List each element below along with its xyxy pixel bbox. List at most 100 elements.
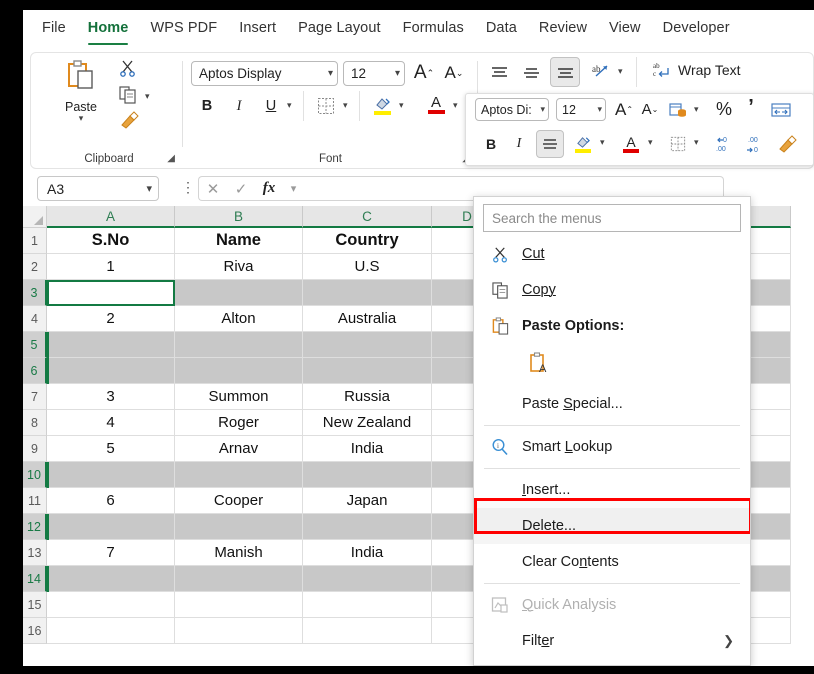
row-header-10[interactable]: 10 — [23, 462, 47, 488]
font-name-select[interactable]: Aptos Display ▾ — [191, 61, 338, 86]
cancel-icon[interactable]: ✕ — [207, 180, 220, 198]
decrease-decimal-icon[interactable]: 0 .00 — [712, 132, 738, 156]
cell-B2[interactable]: Riva — [175, 254, 303, 280]
grow-font-button[interactable]: A ⌃ — [411, 59, 437, 87]
cell-A1[interactable]: S.No — [47, 228, 175, 254]
cell-A13[interactable]: 7 — [47, 540, 175, 566]
search-menus-input[interactable]: Search the menus — [483, 204, 741, 232]
row-header-1[interactable]: 1 — [23, 228, 47, 254]
cell-B11[interactable]: Cooper — [175, 488, 303, 514]
format-painter-icon[interactable] — [119, 111, 139, 133]
wrap-text-button[interactable]: ab c Wrap Text — [653, 61, 741, 79]
cell-B14[interactable] — [175, 566, 303, 592]
fill-color-chevron-down-icon[interactable]: ▾ — [399, 101, 404, 110]
cell-A2[interactable]: 1 — [47, 254, 175, 280]
cell-C11[interactable]: Japan — [303, 488, 432, 514]
underline-chevron-down-icon[interactable]: ▾ — [287, 101, 292, 110]
cell-A8[interactable]: 4 — [47, 410, 175, 436]
cell-A4[interactable]: 2 — [47, 306, 175, 332]
row-header-14[interactable]: 14 — [23, 566, 47, 592]
row-header-2[interactable]: 2 — [23, 254, 47, 280]
tab-review[interactable]: Review — [528, 17, 598, 40]
tab-formulas[interactable]: Formulas — [392, 17, 475, 40]
cell-B13[interactable]: Manish — [175, 540, 303, 566]
cell-B12[interactable] — [175, 514, 303, 540]
context-menu-item-clear-contents[interactable]: Clear Contents — [474, 544, 750, 580]
name-box[interactable]: A3 ▾ — [37, 176, 159, 201]
cell-A16[interactable] — [47, 618, 175, 644]
cell-B3[interactable] — [175, 280, 303, 306]
row-header-15[interactable]: 15 — [23, 592, 47, 618]
font-size-select[interactable]: 12 ▾ — [343, 61, 405, 86]
column-header-b[interactable]: B — [175, 206, 303, 228]
paste-button[interactable]: Paste ▾ — [53, 59, 109, 123]
cell-B5[interactable] — [175, 332, 303, 358]
cell-C14[interactable] — [303, 566, 432, 592]
bold-button[interactable]: B — [195, 93, 219, 119]
shrink-font-button[interactable]: A ⌄ — [441, 59, 467, 87]
cell-A15[interactable] — [47, 592, 175, 618]
mini-grow-font-button[interactable]: A ⌃ — [612, 97, 636, 122]
row-header-4[interactable]: 4 — [23, 306, 47, 332]
accounting-format-icon[interactable] — [666, 98, 690, 121]
mini-fill-chevron-down-icon[interactable]: ▾ — [600, 138, 605, 147]
merge-center-icon[interactable] — [768, 98, 794, 121]
cell-A12[interactable] — [47, 514, 175, 540]
mini-italic-button[interactable]: I — [508, 132, 530, 156]
cell-B4[interactable]: Alton — [175, 306, 303, 332]
cell-A14[interactable] — [47, 566, 175, 592]
context-menu-item-copy[interactable]: Copy — [474, 272, 750, 308]
select-all-corner[interactable] — [23, 206, 47, 228]
tab-data[interactable]: Data — [475, 17, 528, 40]
tab-developer[interactable]: Developer — [652, 17, 741, 40]
context-menu-item-filter[interactable]: Filter ❯ — [474, 623, 750, 659]
cell-C15[interactable] — [303, 592, 432, 618]
mini-format-painter-icon[interactable] — [774, 132, 800, 156]
tab-view[interactable]: View — [598, 17, 652, 40]
fill-color-icon[interactable] — [369, 91, 395, 119]
font-color-icon[interactable]: A — [423, 91, 449, 119]
row-header-11[interactable]: 11 — [23, 488, 47, 514]
tab-wps-pdf[interactable]: WPS PDF — [139, 17, 228, 40]
mini-borders-chevron-down-icon[interactable]: ▾ — [694, 138, 699, 147]
orientation-icon[interactable]: ab — [588, 59, 614, 85]
underline-button[interactable]: U — [259, 93, 283, 119]
context-menu-item-insert[interactable]: Insert... — [474, 472, 750, 508]
cell-B6[interactable] — [175, 358, 303, 384]
increase-decimal-icon[interactable]: .00 0 — [742, 132, 768, 156]
italic-button[interactable]: I — [227, 93, 251, 119]
cell-B7[interactable]: Summon — [175, 384, 303, 410]
cell-C13[interactable]: India — [303, 540, 432, 566]
copy-icon[interactable] — [119, 86, 137, 108]
active-cell-A3[interactable] — [47, 280, 175, 306]
cell-C9[interactable]: India — [303, 436, 432, 462]
font-color-chevron-down-icon[interactable]: ▾ — [453, 101, 458, 110]
cell-A5[interactable] — [47, 332, 175, 358]
row-header-3[interactable]: 3 — [23, 280, 47, 306]
mini-shrink-font-button[interactable]: A ⌄ — [638, 97, 662, 122]
cell-C7[interactable]: Russia — [303, 384, 432, 410]
paste-chevron-down-icon[interactable]: ▾ — [53, 114, 109, 123]
mini-font-color-icon[interactable]: A — [618, 130, 644, 158]
tab-insert[interactable]: Insert — [228, 17, 287, 40]
row-header-5[interactable]: 5 — [23, 332, 47, 358]
cell-A7[interactable]: 3 — [47, 384, 175, 410]
row-header-12[interactable]: 12 — [23, 514, 47, 540]
context-menu-item-delete[interactable]: Delete... — [474, 508, 750, 544]
fx-icon[interactable]: fx — [263, 180, 276, 197]
mini-font-name-select[interactable]: Aptos Di: ▾ — [475, 98, 549, 121]
cell-C8[interactable]: New Zealand — [303, 410, 432, 436]
more-options-icon[interactable]: ⋮ — [181, 179, 195, 196]
cell-B9[interactable]: Arnav — [175, 436, 303, 462]
cell-A11[interactable]: 6 — [47, 488, 175, 514]
row-header-13[interactable]: 13 — [23, 540, 47, 566]
row-header-16[interactable]: 16 — [23, 618, 47, 644]
tab-page-layout[interactable]: Page Layout — [287, 17, 392, 40]
percent-style-button[interactable]: % — [712, 97, 736, 122]
cell-A10[interactable] — [47, 462, 175, 488]
cell-C3[interactable] — [303, 280, 432, 306]
cell-B8[interactable]: Roger — [175, 410, 303, 436]
column-header-c[interactable]: C — [303, 206, 432, 228]
borders-icon[interactable] — [313, 93, 339, 119]
enter-icon[interactable]: ✓ — [235, 180, 248, 198]
